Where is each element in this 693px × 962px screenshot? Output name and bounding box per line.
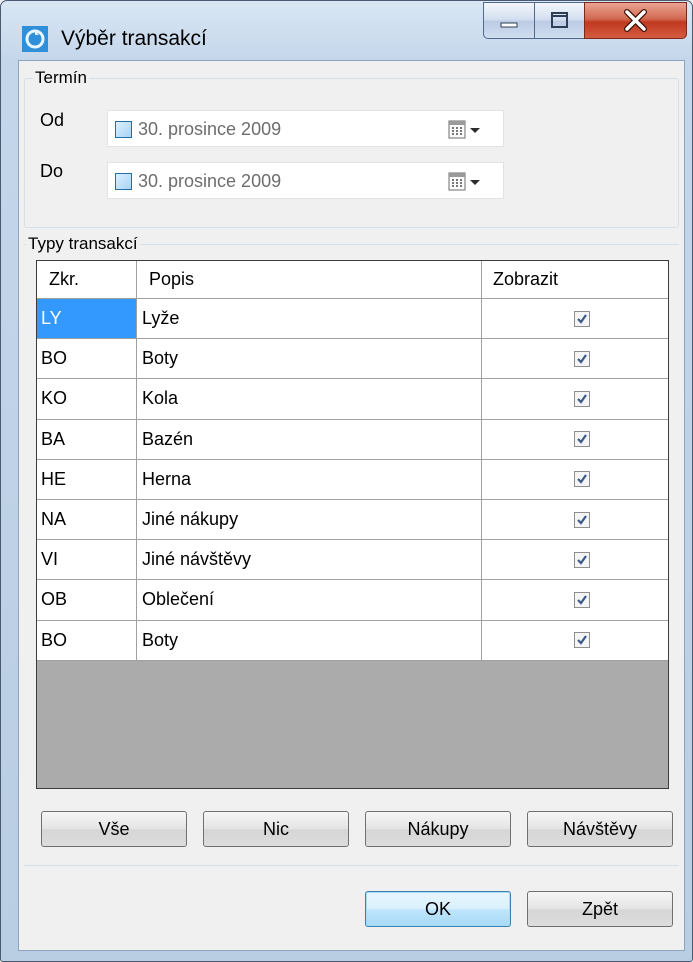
show-checkbox[interactable] bbox=[574, 390, 590, 407]
close-icon bbox=[624, 9, 647, 32]
description-cell[interactable]: Oblečení bbox=[137, 580, 482, 620]
calendar-dropdown-icon[interactable] bbox=[448, 120, 492, 140]
table-row[interactable]: NA Jiné nákupy bbox=[37, 499, 668, 541]
column-header-code[interactable]: Zkr. bbox=[37, 261, 137, 298]
description-cell[interactable]: Bazén bbox=[137, 419, 482, 459]
dialog-window: Výběr transakcí Termín Od 30. prosince 2… bbox=[0, 0, 693, 962]
show-checkbox[interactable] bbox=[574, 591, 590, 608]
code-cell[interactable]: HE bbox=[37, 459, 137, 499]
show-checkbox[interactable] bbox=[574, 511, 590, 528]
show-cell bbox=[482, 339, 668, 378]
table-row[interactable]: LY Lyže bbox=[37, 299, 668, 340]
back-button[interactable]: Zpět bbox=[527, 891, 673, 927]
code-cell[interactable]: NA bbox=[37, 499, 137, 540]
select-all-button[interactable]: Vše bbox=[41, 811, 187, 847]
to-date-picker[interactable]: 30. prosince 2009 bbox=[107, 162, 504, 199]
column-header-show[interactable]: Zobrazit bbox=[482, 261, 668, 298]
show-checkbox[interactable] bbox=[574, 350, 590, 367]
show-checkbox[interactable] bbox=[574, 632, 590, 649]
from-date-value: 30. prosince 2009 bbox=[138, 119, 282, 139]
check-icon bbox=[577, 555, 587, 565]
transaction-types-grid[interactable]: Zkr. Popis Zobrazit LY Lyže BO Boty KO Kola BA… bbox=[36, 260, 669, 789]
transaction-types-legend: Typy transakcí bbox=[26, 234, 140, 254]
grid-rows: LY Lyže BO Boty KO Kola BA Bazén HE Herna NA Jiné n… bbox=[37, 299, 668, 661]
code-cell[interactable]: BA bbox=[37, 419, 137, 459]
to-date-checkbox[interactable] bbox=[115, 173, 132, 190]
check-icon bbox=[577, 474, 587, 485]
from-label: Od bbox=[40, 110, 65, 130]
dialog-client-area: Termín Od 30. prosince 2009 Do 30. prosi… bbox=[18, 60, 685, 951]
minimize-button[interactable] bbox=[483, 2, 535, 39]
description-cell[interactable]: Boty bbox=[137, 620, 482, 660]
check-icon bbox=[577, 313, 587, 324]
check-icon bbox=[577, 354, 587, 364]
description-cell[interactable]: Boty bbox=[137, 339, 482, 379]
code-cell[interactable]: BO bbox=[37, 620, 137, 660]
check-icon bbox=[577, 514, 587, 525]
show-cell bbox=[482, 379, 668, 418]
code-cell[interactable]: OB bbox=[37, 580, 137, 620]
window-title: Výběr transakcí bbox=[61, 27, 207, 50]
table-row[interactable]: BO Boty bbox=[37, 620, 668, 661]
description-cell[interactable]: Jiné návštěvy bbox=[137, 540, 482, 580]
show-cell bbox=[482, 500, 668, 539]
purchases-button[interactable]: Nákupy bbox=[365, 811, 511, 847]
show-cell bbox=[482, 299, 668, 338]
code-cell[interactable]: KO bbox=[37, 379, 137, 419]
description-cell[interactable]: Jiné nákupy bbox=[137, 499, 482, 540]
visits-button[interactable]: Návštěvy bbox=[527, 811, 673, 847]
show-checkbox[interactable] bbox=[574, 471, 590, 488]
term-legend: Termín bbox=[33, 68, 89, 88]
column-header-description[interactable]: Popis bbox=[137, 261, 482, 298]
grid-header: Zkr. Popis Zobrazit bbox=[37, 261, 668, 299]
from-date-checkbox[interactable] bbox=[115, 121, 132, 138]
show-cell bbox=[482, 580, 668, 619]
term-group: Termín Od 30. prosince 2009 Do 30. prosi… bbox=[24, 68, 679, 228]
show-cell bbox=[482, 621, 668, 660]
description-cell[interactable]: Lyže bbox=[137, 299, 482, 339]
calendar-dropdown-icon[interactable] bbox=[448, 172, 492, 192]
select-none-button[interactable]: Nic bbox=[203, 811, 349, 847]
code-cell[interactable]: LY bbox=[37, 299, 137, 339]
show-checkbox[interactable] bbox=[574, 551, 590, 568]
code-cell[interactable]: BO bbox=[37, 339, 137, 379]
maximize-icon bbox=[551, 12, 568, 28]
to-date-value: 30. prosince 2009 bbox=[138, 171, 282, 191]
table-row[interactable]: VI Jiné návštěvy bbox=[37, 540, 668, 581]
minimize-icon bbox=[500, 22, 518, 28]
show-cell bbox=[482, 420, 668, 459]
show-checkbox[interactable] bbox=[574, 310, 590, 327]
show-cell bbox=[482, 540, 668, 579]
app-icon bbox=[22, 26, 48, 52]
show-cell bbox=[482, 460, 668, 499]
title-bar[interactable]: Výběr transakcí bbox=[1, 1, 692, 59]
check-icon bbox=[577, 434, 587, 444]
check-icon bbox=[577, 394, 587, 404]
show-checkbox[interactable] bbox=[574, 431, 590, 448]
table-row[interactable]: BA Bazén bbox=[37, 419, 668, 460]
description-cell[interactable]: Herna bbox=[137, 459, 482, 499]
check-icon bbox=[577, 595, 587, 605]
from-date-picker[interactable]: 30. prosince 2009 bbox=[107, 110, 504, 147]
code-cell[interactable]: VI bbox=[37, 540, 137, 580]
description-cell[interactable]: Kola bbox=[137, 379, 482, 419]
table-row[interactable]: OB Oblečení bbox=[37, 580, 668, 621]
table-row[interactable]: BO Boty bbox=[37, 339, 668, 380]
to-label: Do bbox=[40, 161, 64, 181]
close-button[interactable] bbox=[584, 2, 687, 39]
table-row[interactable]: HE Herna bbox=[37, 459, 668, 500]
table-row[interactable]: KO Kola bbox=[37, 379, 668, 420]
maximize-button[interactable] bbox=[534, 2, 585, 39]
check-icon bbox=[577, 635, 587, 645]
ok-button[interactable]: OK bbox=[365, 891, 511, 927]
